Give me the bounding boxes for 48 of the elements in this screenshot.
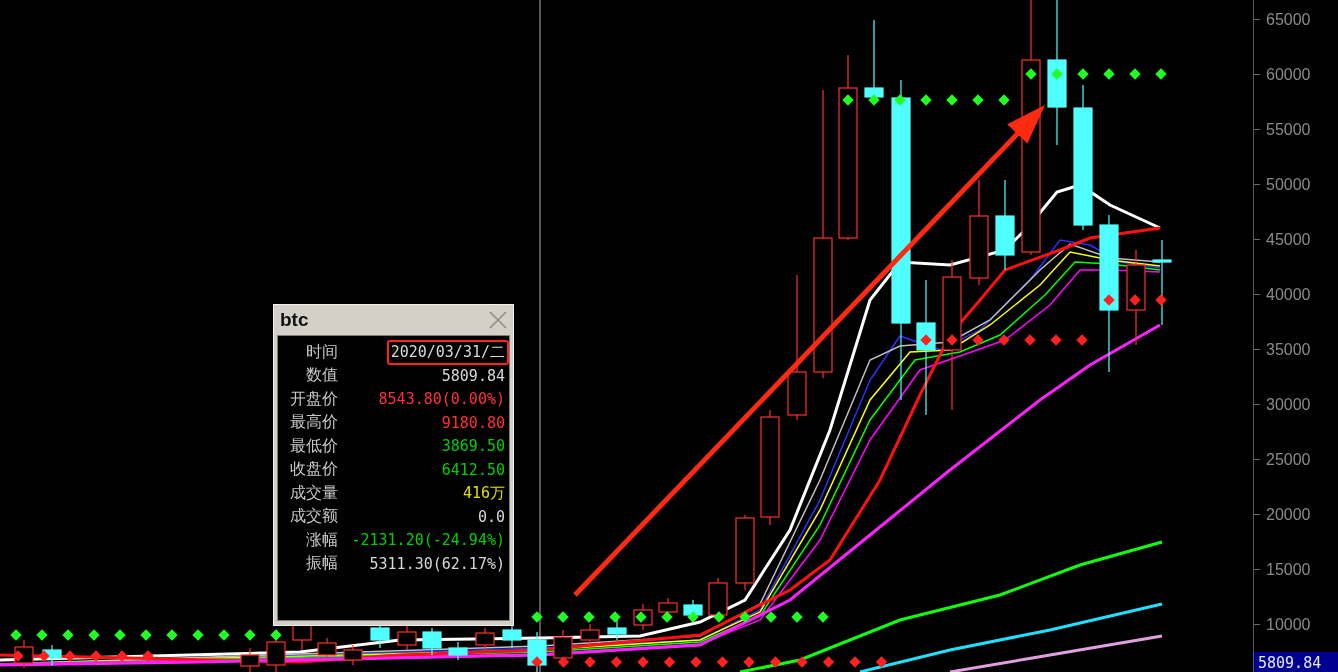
field-value: 2020/03/31/二 bbox=[386, 340, 509, 365]
field-label: 收盘价 bbox=[289, 459, 338, 480]
candlestick bbox=[422, 627, 442, 656]
axis-label: 45000 bbox=[1266, 230, 1311, 249]
window-title: btc bbox=[280, 309, 309, 331]
candlestick bbox=[14, 639, 34, 669]
field-value: 6412.50 bbox=[440, 459, 506, 481]
field-value: 5311.30(62.17%) bbox=[368, 553, 506, 575]
field-value: -2131.20(-24.94%) bbox=[350, 530, 506, 551]
axis-label: 60000 bbox=[1266, 65, 1311, 84]
field-label: 涨幅 bbox=[305, 529, 338, 551]
axis-label: 50000 bbox=[1266, 175, 1311, 194]
candlestick bbox=[580, 623, 600, 647]
axis-label: 40000 bbox=[1266, 285, 1311, 304]
field-value: 416万 bbox=[461, 483, 506, 504]
candlestick bbox=[448, 641, 468, 661]
field-value: 8543.80(0.00%) bbox=[377, 389, 506, 410]
candlestick bbox=[42, 644, 62, 667]
axis-label: 15000 bbox=[1266, 560, 1311, 579]
candlestick bbox=[317, 637, 337, 661]
candlestick bbox=[527, 631, 547, 672]
current-price-label: 5809.84 bbox=[1254, 652, 1338, 672]
candlestick bbox=[343, 644, 363, 666]
axis-label: 25000 bbox=[1266, 450, 1311, 469]
candlestick bbox=[633, 603, 653, 631]
field-label: 振幅 bbox=[305, 553, 338, 574]
field-value: 9180.80 bbox=[440, 412, 506, 434]
candlestick bbox=[607, 619, 627, 641]
field-label: 时间 bbox=[305, 342, 338, 363]
axis-label: 55000 bbox=[1266, 120, 1311, 139]
candlestick bbox=[475, 627, 495, 651]
field-label: 开盘价 bbox=[289, 388, 338, 410]
field-label: 最低价 bbox=[289, 435, 338, 457]
field-label: 成交额 bbox=[289, 506, 338, 527]
candlestick bbox=[397, 625, 417, 651]
close-icon[interactable] bbox=[489, 311, 507, 329]
axis-label: 35000 bbox=[1266, 340, 1311, 359]
field-label: 最高价 bbox=[289, 412, 338, 433]
field-label: 成交量 bbox=[289, 483, 338, 504]
axis-label: 10000 bbox=[1266, 615, 1311, 634]
field-value: 3869.50 bbox=[440, 436, 506, 457]
field-value: 5809.84 bbox=[440, 365, 506, 387]
axis-label: 20000 bbox=[1266, 505, 1311, 524]
axis-label: 30000 bbox=[1266, 395, 1311, 414]
field-label: 数值 bbox=[305, 365, 338, 386]
field-value: 0.0 bbox=[476, 506, 506, 528]
axis-label: 65000 bbox=[1266, 10, 1311, 29]
candlestick bbox=[502, 624, 522, 649]
